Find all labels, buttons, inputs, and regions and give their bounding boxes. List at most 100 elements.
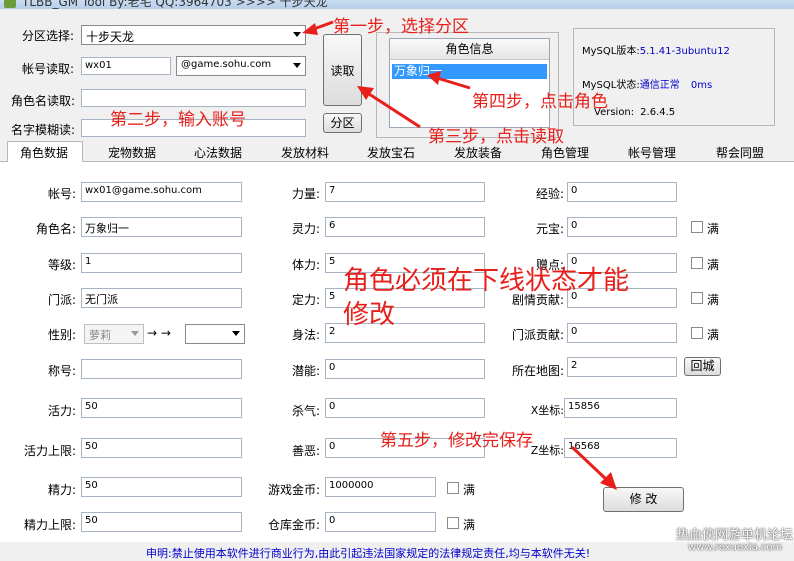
z-coord-field[interactable]: 16568 — [564, 438, 677, 458]
spirit-label: 灵力: — [291, 222, 320, 236]
annotation-step5: 第五步，修改完保存 — [380, 431, 533, 451]
plot-contrib-full-checkbox[interactable] — [691, 292, 703, 304]
gender-label: 性别: — [47, 328, 76, 342]
chevron-down-icon — [293, 63, 301, 68]
chevron-down-icon — [131, 331, 139, 336]
tab-role-data[interactable]: 角色数据 — [20, 144, 68, 161]
domain-select-value: @game.sohu.com — [181, 59, 272, 70]
account-field[interactable]: wx01@game.sohu.com — [81, 182, 242, 202]
mysql-version-row: MySQL版本:5.1.41-3ubuntu12 — [582, 42, 730, 57]
tab-guild-alliance[interactable]: 帮会同盟 — [716, 144, 764, 161]
stamina-label: 体力: — [291, 258, 320, 272]
zone-button[interactable]: 分区 — [323, 113, 362, 133]
return-city-button[interactable]: 回城 — [684, 357, 721, 376]
sect-contrib-full-label: 满 — [707, 328, 720, 342]
tab-give-materials[interactable]: 发放材料 — [281, 144, 329, 161]
watermark-title: 热血侠网游单机论坛 — [676, 528, 794, 543]
z-coord-label: Z坐标: — [530, 444, 564, 457]
gold-full-label: 满 — [463, 483, 476, 497]
exp-field[interactable]: 0 — [567, 182, 677, 202]
spirit-field[interactable]: 6 — [325, 217, 485, 237]
focus-label: 定力: — [291, 293, 320, 307]
vigor-field[interactable]: 50 — [81, 398, 242, 418]
bank-gold-label: 仓库金币: — [267, 518, 320, 532]
role-list-header: 角色信息 — [390, 39, 549, 60]
vigor-max-field[interactable]: 50 — [81, 438, 242, 458]
yuanbao-full-label: 满 — [707, 222, 720, 236]
strength-field[interactable]: 7 — [325, 182, 485, 202]
role-list-item[interactable]: 万象归一 — [392, 64, 547, 79]
annotation-step1: 第一步，选择分区 — [333, 17, 469, 37]
exp-label: 经验: — [535, 187, 564, 201]
sect-field[interactable]: 无门派 — [81, 288, 242, 308]
fuzzy-read-label: 名字模糊读: — [11, 123, 76, 137]
murder-field[interactable]: 0 — [325, 398, 485, 418]
annotation-step2: 第二步，输入账号 — [110, 110, 246, 130]
tab-pet-data[interactable]: 宠物数据 — [108, 144, 156, 161]
x-coord-label: X坐标: — [530, 404, 564, 417]
gift-points-full-checkbox[interactable] — [691, 257, 703, 269]
bank-gold-field[interactable]: 0 — [325, 512, 436, 532]
domain-select[interactable]: @game.sohu.com — [176, 56, 306, 76]
gold-full-checkbox[interactable] — [447, 482, 459, 494]
mysql-version-label: MySQL版本: — [582, 46, 640, 57]
tab-account-management[interactable]: 帐号管理 — [628, 144, 676, 161]
role-read-label: 角色名读取: — [11, 94, 76, 108]
plot-contrib-full-label: 满 — [707, 293, 720, 307]
chevron-down-icon — [293, 32, 301, 37]
window-title: TLBB_GM Tool By:老宅 QQ:3964703 >>>> 十步天龙 — [22, 0, 328, 9]
x-coord-field[interactable]: 15856 — [564, 398, 677, 418]
mysql-status-value: 通信正常 — [639, 80, 680, 91]
gift-points-full-label: 满 — [707, 258, 720, 272]
zone-label: 分区选择: — [22, 29, 75, 43]
app-icon — [4, 0, 16, 8]
goodness-label: 善恶: — [291, 444, 320, 458]
map-field[interactable]: 2 — [567, 357, 677, 377]
modify-button[interactable]: 修 改 — [603, 487, 684, 512]
murder-label: 杀气: — [291, 404, 320, 418]
energy-field[interactable]: 50 — [81, 477, 242, 497]
role-list[interactable]: 角色信息 万象归一 — [389, 38, 550, 128]
role-name-field[interactable]: 万象归一 — [81, 217, 242, 237]
zone-select[interactable]: 十步天龙 — [81, 25, 306, 45]
title-field[interactable] — [81, 359, 242, 379]
gender-arrows: → → — [147, 326, 171, 340]
tab-skill-data[interactable]: 心法数据 — [194, 144, 242, 161]
bank-gold-full-label: 满 — [463, 518, 476, 532]
read-button[interactable]: 读取 — [323, 34, 362, 106]
gold-label: 游戏金币: — [267, 483, 320, 497]
chevron-down-icon — [232, 331, 240, 336]
account-input[interactable]: wx01 — [81, 57, 171, 75]
level-label: 等级: — [47, 258, 76, 272]
annotation-step3: 第三步，点击读取 — [428, 127, 564, 147]
level-field[interactable]: 1 — [81, 253, 242, 273]
title-label: 称号: — [47, 364, 76, 378]
potential-field[interactable]: 0 — [325, 359, 485, 379]
vigor-label: 活力: — [47, 404, 76, 418]
gold-field[interactable]: 1000000 — [325, 477, 436, 497]
annotation-offline-notice: 角色必须在下线状态才能修改 — [343, 266, 630, 330]
sect-contrib-full-checkbox[interactable] — [691, 327, 703, 339]
watermark-url: www.rexuexia.com — [688, 542, 783, 553]
account-read-label: 帐号读取: — [22, 62, 75, 76]
gender-select[interactable]: 萝莉 — [84, 324, 144, 344]
annotation-step4: 第四步，点击角色 — [472, 92, 608, 112]
strength-label: 力量: — [291, 187, 320, 201]
potential-label: 潜能: — [291, 364, 320, 378]
version-value: 2.6.4.5 — [640, 107, 676, 118]
yuanbao-full-checkbox[interactable] — [691, 221, 703, 233]
energy-max-label: 精力上限: — [23, 518, 76, 532]
zone-select-value: 十步天龙 — [86, 30, 135, 44]
energy-max-field[interactable]: 50 — [81, 512, 242, 532]
energy-label: 精力: — [47, 483, 76, 497]
yuanbao-field[interactable]: 0 — [567, 217, 677, 237]
role-name-label: 角色名: — [35, 222, 76, 236]
map-label: 所在地图: — [511, 364, 564, 378]
mysql-version-value: 5.1.41-3ubuntu12 — [639, 46, 730, 57]
gender-value: 萝莉 — [89, 329, 111, 342]
account-label: 帐号: — [47, 187, 76, 201]
tab-give-gems[interactable]: 发放宝石 — [367, 144, 415, 161]
title-bar: TLBB_GM Tool By:老宅 QQ:3964703 >>>> 十步天龙 — [0, 0, 794, 9]
gender-target-select[interactable] — [185, 324, 245, 344]
bank-gold-full-checkbox[interactable] — [447, 517, 459, 529]
